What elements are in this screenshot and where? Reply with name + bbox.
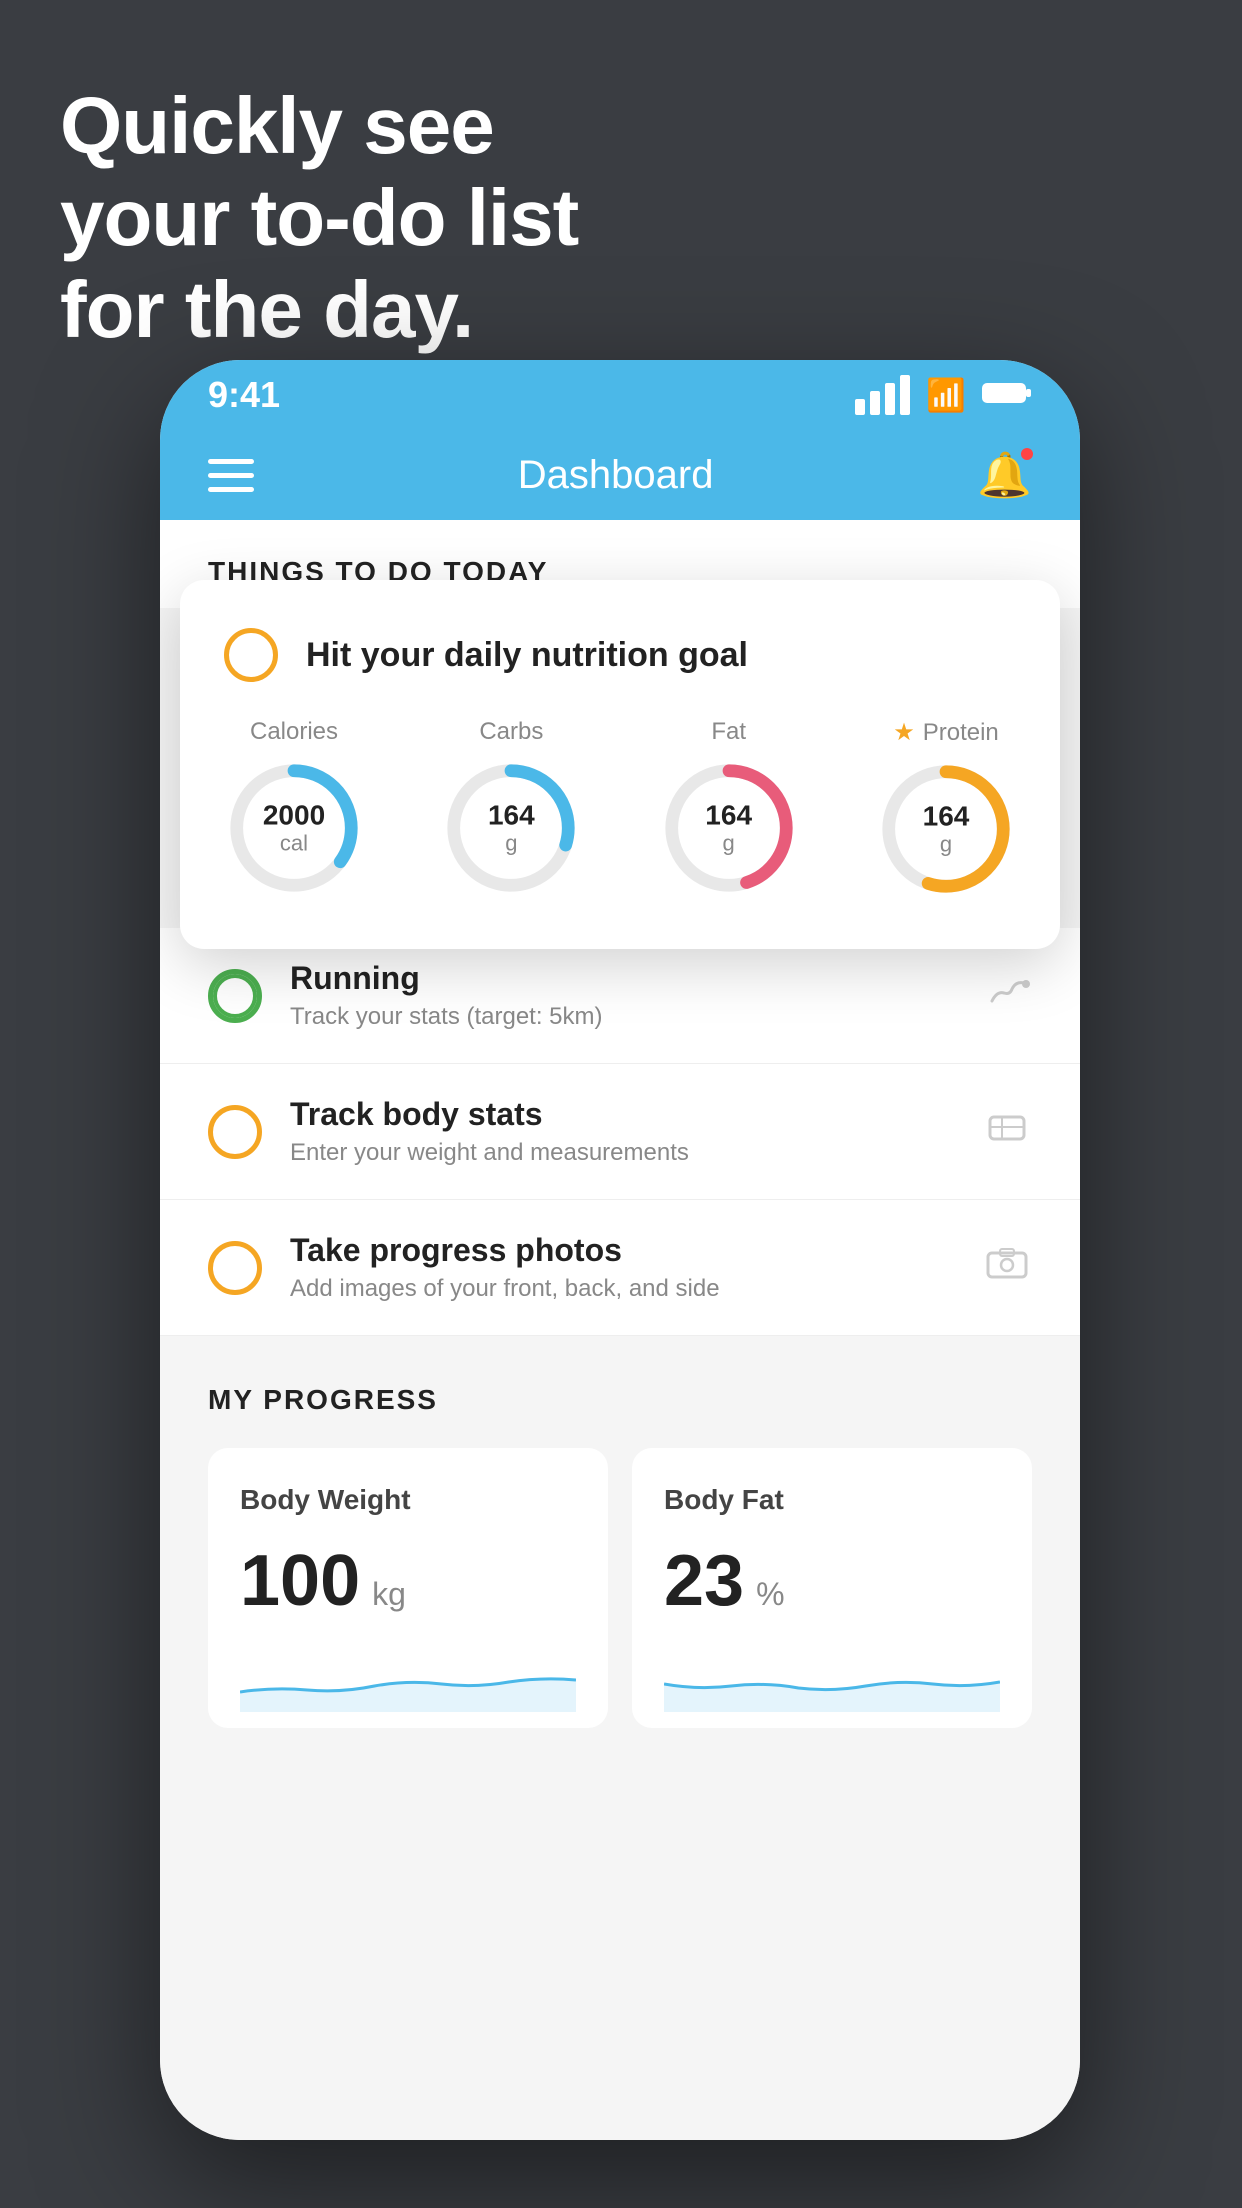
status-time: 9:41 [208,374,280,416]
body-fat-sparkline [664,1642,1000,1712]
card-header-row: Hit your daily nutrition goal [224,628,1016,682]
fat-label: Fat [711,718,746,746]
body-weight-card: Body Weight 100 kg [208,1448,608,1728]
todo-list: Running Track your stats (target: 5km) T… [160,928,1080,1336]
body-stats-text: Track body stats Enter your weight and m… [290,1096,954,1167]
protein-label: ★ Protein [893,718,999,747]
wifi-icon: 📶 [926,376,966,414]
body-weight-value-row: 100 kg [240,1540,576,1622]
photos-checkbox[interactable] [208,1241,262,1295]
star-icon: ★ [893,718,915,747]
body-weight-value: 100 [240,1540,360,1622]
body-fat-unit: % [756,1576,784,1613]
running-sub: Track your stats (target: 5km) [290,1003,954,1031]
body-weight-card-title: Body Weight [240,1484,576,1516]
status-bar: 9:41 📶 [160,360,1080,430]
running-icon [982,971,1032,1021]
nutrition-protein: ★ Protein 164 g [876,718,1016,899]
fat-donut: 164 g [659,758,799,898]
nutrition-row: Calories 2000 cal Carbs [224,718,1016,899]
body-fat-value-row: 23 % [664,1540,1000,1622]
body-fat-card: Body Fat 23 % [632,1448,1032,1728]
status-icons: 📶 [855,375,1032,415]
nav-bar: Dashboard 🔔 [160,430,1080,520]
photos-sub: Add images of your front, back, and side [290,1275,954,1303]
body-stats-checkbox[interactable] [208,1105,262,1159]
progress-section: MY PROGRESS Body Weight 100 kg B [160,1336,1080,1728]
photos-icon [982,1243,1032,1293]
hamburger-menu[interactable] [208,459,254,492]
body-stats-title: Track body stats [290,1096,954,1133]
calories-donut: 2000 cal [224,758,364,898]
nutrition-carbs: Carbs 164 g [441,718,581,899]
nav-title: Dashboard [518,453,714,498]
body-fat-card-title: Body Fat [664,1484,1000,1516]
body-stats-sub: Enter your weight and measurements [290,1139,954,1167]
body-fat-value: 23 [664,1540,744,1622]
headline: Quickly see your to-do list for the day. [60,80,578,356]
bell-icon[interactable]: 🔔 [977,449,1032,501]
carbs-label: Carbs [479,718,543,746]
notification-dot [1018,445,1036,463]
progress-cards: Body Weight 100 kg Body Fat 23 % [208,1448,1032,1728]
calories-label: Calories [250,718,338,746]
protein-donut: 164 g [876,759,1016,899]
todo-body-stats[interactable]: Track body stats Enter your weight and m… [160,1064,1080,1200]
running-text: Running Track your stats (target: 5km) [290,960,954,1031]
battery-icon [982,377,1032,414]
nutrition-card: Hit your daily nutrition goal Calories 2… [180,580,1060,949]
carbs-donut: 164 g [441,758,581,898]
nutrition-checkbox[interactable] [224,628,278,682]
running-title: Running [290,960,954,997]
card-label: Hit your daily nutrition goal [306,636,748,675]
progress-title: MY PROGRESS [208,1384,1032,1416]
running-checkbox[interactable] [208,969,262,1023]
body-weight-sparkline [240,1642,576,1712]
body-weight-unit: kg [372,1576,406,1613]
nutrition-fat: Fat 164 g [659,718,799,899]
nutrition-calories: Calories 2000 cal [224,718,364,899]
phone-content: THINGS TO DO TODAY Hit your daily nutrit… [160,520,1080,2140]
todo-photos[interactable]: Take progress photos Add images of your … [160,1200,1080,1336]
photos-text: Take progress photos Add images of your … [290,1232,954,1303]
signal-bars-icon [855,375,910,415]
body-stats-icon [982,1107,1032,1157]
photos-title: Take progress photos [290,1232,954,1269]
phone-frame: 9:41 📶 Dashboard 🔔 [160,360,1080,2140]
